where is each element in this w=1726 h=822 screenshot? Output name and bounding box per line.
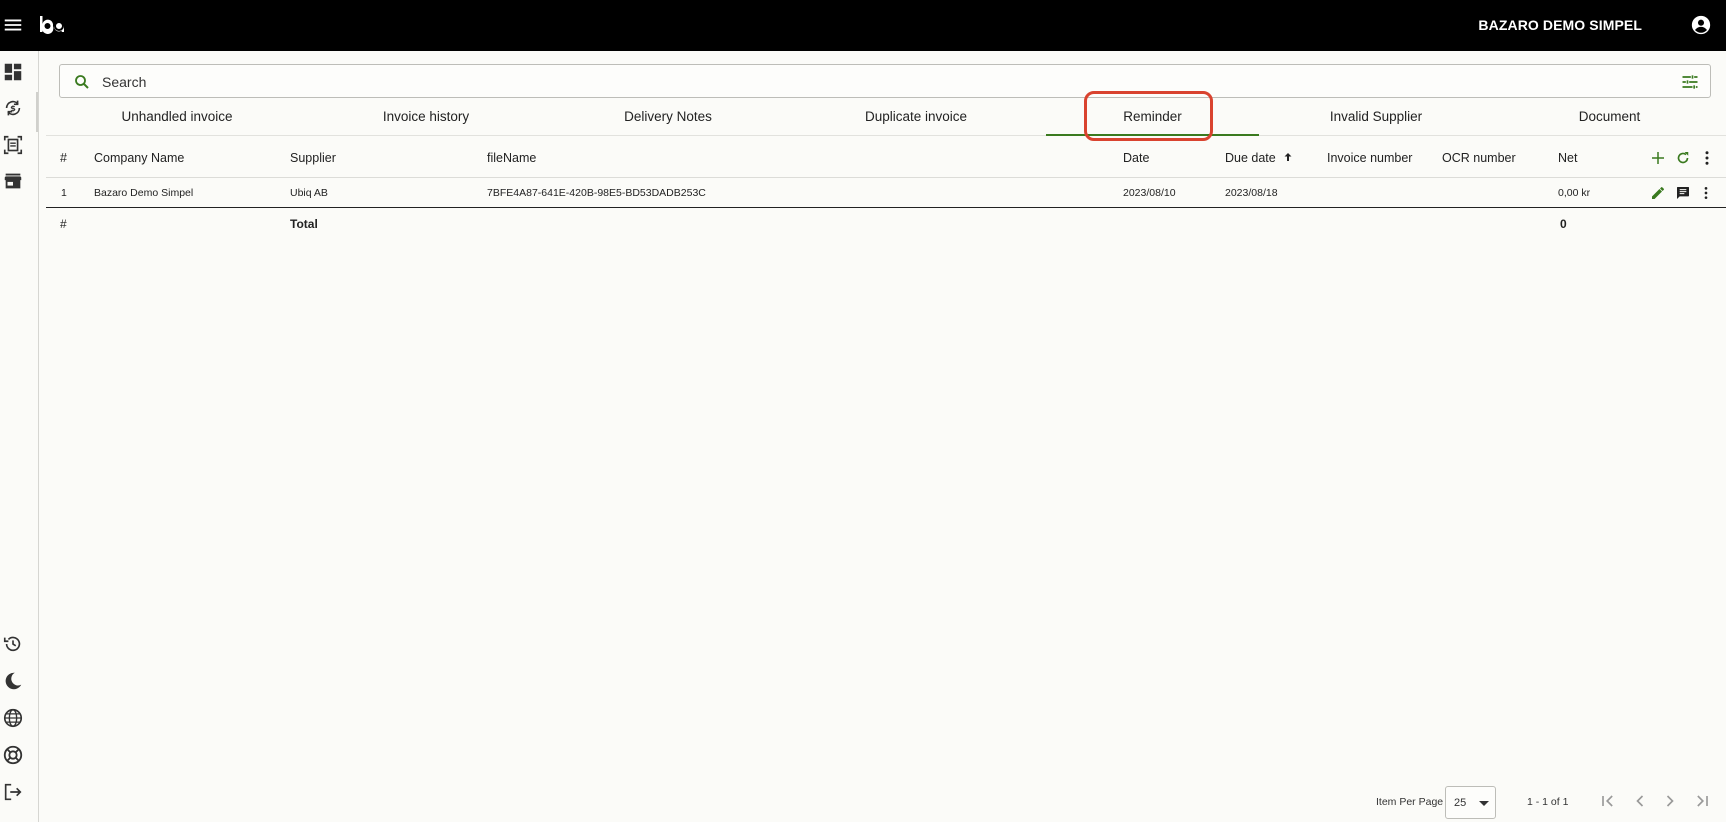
- svg-text:$: $: [10, 103, 16, 113]
- items-per-page-label: Item Per Page: [1376, 796, 1444, 808]
- hamburger-menu-icon[interactable]: [2, 14, 24, 36]
- account-circle-icon[interactable]: [1690, 14, 1712, 36]
- totals-index: #: [60, 217, 67, 231]
- totals-net: 0: [1560, 217, 1567, 231]
- cell-index: 1: [61, 187, 67, 199]
- tab-invoice-history[interactable]: Invoice history: [308, 102, 544, 136]
- tab-invalid-supplier[interactable]: Invalid Supplier: [1259, 102, 1493, 136]
- sidebar: $: [0, 51, 39, 822]
- col-ocr-number[interactable]: OCR number: [1442, 151, 1516, 165]
- sidebar-item-logout[interactable]: [2, 781, 24, 803]
- first-page-icon[interactable]: [1598, 791, 1618, 811]
- dropdown-caret-icon: [1479, 801, 1489, 806]
- row-more-vert-icon[interactable]: [1698, 185, 1714, 201]
- currency-exchange-icon: $: [5, 100, 21, 116]
- edit-icon[interactable]: [1650, 185, 1666, 201]
- search-input[interactable]: [102, 71, 1662, 93]
- col-date[interactable]: Date: [1123, 151, 1149, 165]
- filter-settings-icon[interactable]: [1680, 72, 1700, 92]
- dashboard-icon: [4, 63, 22, 81]
- cell-file-name: 7BFE4A87-641E-420B-98E5-BD53DADB253C: [487, 187, 706, 199]
- col-due-date-label: Due date: [1225, 151, 1276, 165]
- app-logo[interactable]: [38, 14, 66, 36]
- sidebar-item-dark-mode[interactable]: [2, 670, 24, 692]
- language-icon: [3, 708, 23, 728]
- col-company-name[interactable]: Company Name: [94, 151, 184, 165]
- cell-date: 2023/08/10: [1123, 187, 1176, 199]
- cell-due-date: 2023/08/18: [1225, 187, 1278, 199]
- sidebar-item-store[interactable]: [2, 170, 24, 192]
- sort-ascending-icon: [1284, 153, 1292, 161]
- history-icon: [3, 636, 21, 652]
- refresh-icon[interactable]: [1674, 149, 1692, 167]
- add-icon[interactable]: [1649, 149, 1667, 167]
- col-index: #: [60, 151, 67, 165]
- document-scanner-icon: [3, 135, 23, 155]
- tab-document[interactable]: Document: [1493, 102, 1726, 136]
- sidebar-item-language[interactable]: [2, 707, 24, 729]
- tab-duplicate-invoice[interactable]: Duplicate invoice: [792, 102, 1040, 136]
- items-per-page-select[interactable]: 25: [1445, 786, 1496, 819]
- search-bar: [59, 64, 1711, 98]
- pagination-range: 1 - 1 of 1: [1527, 796, 1569, 808]
- table-header: # Company Name Supplier fileName Date Du…: [46, 140, 1726, 178]
- col-file-name[interactable]: fileName: [487, 151, 536, 165]
- cell-supplier: Ubiq AB: [290, 187, 328, 199]
- col-net[interactable]: Net: [1558, 151, 1577, 165]
- comment-icon[interactable]: [1675, 185, 1691, 201]
- store-icon: [4, 173, 22, 189]
- col-due-date[interactable]: Due date: [1225, 151, 1294, 165]
- sidebar-active-indicator: [36, 92, 38, 132]
- totals-label: Total: [290, 217, 318, 231]
- sidebar-item-document-scanner[interactable]: [2, 134, 24, 156]
- table-row[interactable]: 1 Bazaro Demo Simpel Ubiq AB 7BFE4A87-64…: [46, 178, 1726, 208]
- tab-bar: Unhandled invoice Invoice history Delive…: [46, 102, 1726, 136]
- last-page-icon[interactable]: [1692, 791, 1712, 811]
- previous-page-icon[interactable]: [1630, 791, 1650, 811]
- tab-delivery-notes[interactable]: Delivery Notes: [544, 102, 792, 136]
- account-name: BAZARO DEMO SIMPEL: [1478, 17, 1642, 33]
- highlight-annotation: [1084, 91, 1213, 141]
- col-supplier[interactable]: Supplier: [290, 151, 336, 165]
- cell-net: 0,00 kr: [1558, 187, 1591, 199]
- top-app-bar: BAZARO DEMO SIMPEL: [0, 0, 1726, 51]
- items-per-page-value: 25: [1454, 797, 1467, 809]
- dark-mode-icon: [5, 672, 22, 690]
- sidebar-item-currency-exchange[interactable]: $: [2, 97, 24, 119]
- search-icon: [75, 75, 89, 89]
- more-vert-icon[interactable]: [1698, 149, 1716, 167]
- col-invoice-number[interactable]: Invoice number: [1327, 151, 1412, 165]
- sidebar-item-history[interactable]: [2, 633, 24, 655]
- tab-unhandled-invoice[interactable]: Unhandled invoice: [46, 102, 308, 136]
- totals-row: # Total 0: [46, 208, 1726, 238]
- sidebar-item-support[interactable]: [2, 744, 24, 766]
- cell-company-name: Bazaro Demo Simpel: [94, 187, 194, 199]
- sidebar-item-dashboard[interactable]: [2, 61, 24, 83]
- logout-icon: [4, 783, 22, 801]
- next-page-icon[interactable]: [1660, 791, 1680, 811]
- support-icon: [3, 745, 23, 765]
